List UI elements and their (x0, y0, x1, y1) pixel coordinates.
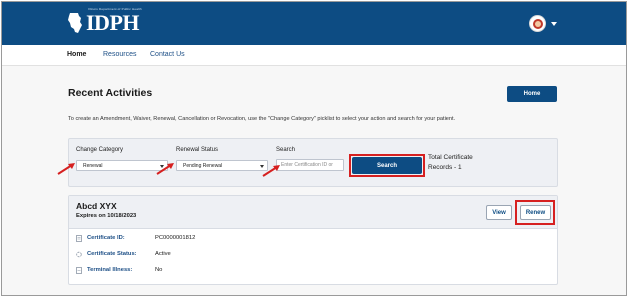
chevron-down-icon[interactable] (551, 22, 557, 26)
certificate-icon (76, 234, 82, 242)
annotation-arrow-icon (57, 163, 75, 175)
renewal-status-select[interactable]: Pending Renewal (176, 160, 268, 171)
idph-logo[interactable]: Illinois Department of Public Health IDP… (66, 7, 142, 36)
view-button[interactable]: View (486, 205, 512, 220)
field-value: No (155, 267, 163, 273)
home-button[interactable]: Home (507, 86, 557, 102)
instructions-text: To create an Amendment, Waiver, Renewal,… (68, 116, 456, 122)
field-key: Certificate Status: (87, 251, 137, 257)
top-header: Illinois Department of Public Health IDP… (2, 2, 626, 45)
app-frame: Illinois Department of Public Health IDP… (1, 1, 627, 296)
renew-button[interactable]: Renew (520, 205, 551, 220)
search-filter-card: Change Category Renewal Renewal Status P… (68, 138, 558, 187)
total-records-text: Total Certificate Records - 1 (428, 153, 498, 173)
expiration-date: Expires on 10/18/2023 (76, 213, 137, 219)
patient-name: Abcd XYX (76, 201, 117, 211)
field-key: Terminal Illness: (87, 267, 133, 273)
nav-contact-us[interactable]: Contact Us (150, 51, 185, 58)
search-label: Search (276, 147, 296, 153)
field-certificate-status: Certificate Status: Active (76, 249, 171, 259)
annotation-arrow-icon (156, 163, 174, 175)
user-avatar-icon[interactable] (529, 15, 546, 32)
field-key: Certificate ID: (87, 235, 125, 241)
change-category-label: Change Category (76, 147, 124, 153)
search-input[interactable]: Enter Certification ID or (276, 159, 344, 171)
search-button[interactable]: Search (352, 157, 422, 174)
field-terminal-illness: Terminal Illness: No (76, 265, 162, 275)
nav-home[interactable]: Home (67, 51, 86, 58)
record-header: Abcd XYX Expires on 10/18/2023 View Rene… (69, 196, 557, 229)
certificate-record-card: Abcd XYX Expires on 10/18/2023 View Rene… (68, 195, 558, 285)
document-icon (76, 266, 82, 274)
field-certificate-id: Certificate ID: PC0000001812 (76, 233, 195, 243)
field-value: Active (155, 251, 171, 257)
field-value: PC0000001812 (155, 235, 196, 241)
logo-subtext: Illinois Department of Public Health (88, 7, 142, 11)
page-title: Recent Activities (68, 87, 153, 99)
total-records-line1: Total Certificate (428, 154, 473, 161)
renewal-status-value: Pending Renewal (183, 163, 223, 169)
status-icon (76, 251, 82, 257)
annotation-arrow-icon (262, 165, 280, 177)
total-records-line2: Records - 1 (428, 164, 462, 171)
logo-text: IDPH (86, 10, 140, 35)
nav-resources[interactable]: Resources (103, 51, 136, 58)
change-category-value: Renewal (83, 163, 103, 169)
renewal-status-label: Renewal Status (176, 147, 219, 153)
main-nav: Home Resources Contact Us (2, 45, 626, 66)
illinois-state-icon (68, 13, 82, 33)
